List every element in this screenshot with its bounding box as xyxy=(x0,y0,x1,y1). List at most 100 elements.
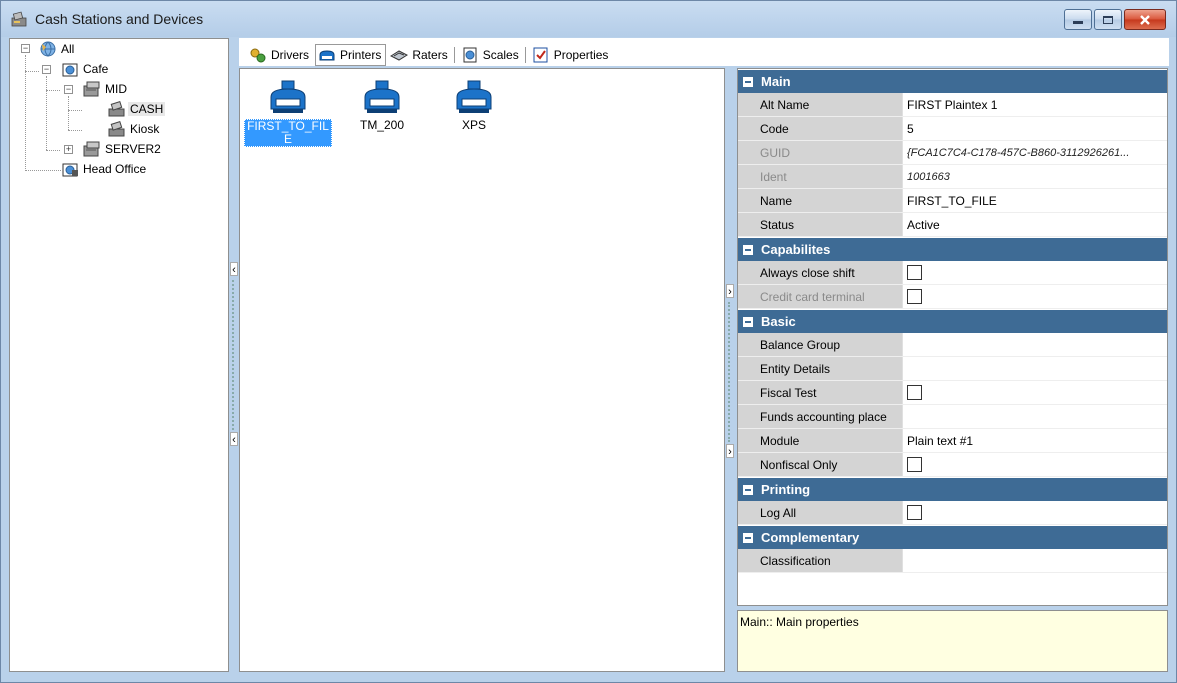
close-icon xyxy=(1140,14,1150,25)
tree-item-kiosk[interactable]: Kiosk xyxy=(106,120,161,138)
always-close-shift-checkbox[interactable] xyxy=(907,265,922,280)
store-icon xyxy=(62,63,78,77)
cash-register-icon xyxy=(108,100,125,117)
property-value[interactable]: FIRST_TO_FILE xyxy=(902,189,1167,212)
tree-expander-cafe[interactable]: − xyxy=(42,65,51,74)
property-row[interactable]: Credit card terminal xyxy=(738,285,1167,309)
tree-item-label: Kiosk xyxy=(130,122,160,136)
tree-item-cafe[interactable]: Cafe xyxy=(59,60,110,78)
log-all-checkbox[interactable] xyxy=(907,505,922,520)
cash-register-icon xyxy=(11,11,27,27)
tree-expander-all[interactable]: − xyxy=(21,44,30,53)
tab-label: Drivers xyxy=(271,48,309,62)
property-row[interactable]: Nonfiscal Only xyxy=(738,453,1167,477)
collapse-icon[interactable] xyxy=(743,244,753,255)
device-tabs: Drivers Printers Raters Scales Propertie… xyxy=(239,38,1169,66)
collapse-right-icon[interactable]: › xyxy=(726,444,734,458)
property-row[interactable]: GUID {FCA1C7C4-C178-457C-B860-3112926261… xyxy=(738,141,1167,165)
tab-label: Raters xyxy=(412,48,448,62)
store-icon xyxy=(62,163,78,177)
tab-label: Scales xyxy=(482,48,519,62)
property-value: {FCA1C7C4-C178-457C-B860-3112926261... xyxy=(902,141,1167,164)
server-icon xyxy=(83,81,100,97)
category-capabilities[interactable]: Capabilites xyxy=(738,238,1167,261)
printer-item[interactable]: XPS xyxy=(430,79,518,132)
tree-item-mid[interactable]: MID xyxy=(81,80,129,98)
category-printing[interactable]: Printing xyxy=(738,478,1167,501)
window-controls xyxy=(1064,9,1166,30)
property-row[interactable]: Module Plain text #1 xyxy=(738,429,1167,453)
collapse-left-icon[interactable]: ‹ xyxy=(230,432,238,446)
property-row[interactable]: Status Active xyxy=(738,213,1167,237)
printer-label: TM_200 xyxy=(359,118,405,132)
maximize-button[interactable] xyxy=(1094,9,1122,30)
collapse-icon[interactable] xyxy=(743,532,753,543)
credit-card-terminal-checkbox[interactable] xyxy=(907,289,922,304)
collapse-left-icon[interactable]: ‹ xyxy=(230,262,238,276)
property-row[interactable]: Fiscal Test xyxy=(738,381,1167,405)
tab-label: Printers xyxy=(340,48,382,62)
collapse-icon[interactable] xyxy=(743,484,753,495)
category-complementary[interactable]: Complementary xyxy=(738,526,1167,549)
tree-item-label: SERVER2 xyxy=(105,142,161,156)
printer-label: FIRST_TO_FILE xyxy=(244,119,332,147)
tree-item-label: Cafe xyxy=(83,62,109,76)
server-icon xyxy=(83,141,100,157)
tab-scales[interactable]: Scales xyxy=(459,44,523,66)
tree-item-server2[interactable]: SERVER2 xyxy=(81,140,163,158)
printer-icon xyxy=(270,80,306,113)
printer-label: XPS xyxy=(461,118,486,132)
property-value[interactable]: Plain text #1 xyxy=(902,429,1167,452)
printer-list[interactable]: FIRST_TO_FILE TM_200 XPS xyxy=(239,68,725,672)
tab-printers[interactable]: Printers xyxy=(315,44,387,66)
property-row[interactable]: Log All xyxy=(738,501,1167,525)
property-row[interactable]: Classification xyxy=(738,549,1167,573)
property-grid[interactable]: Main Alt Name FIRST Plaintex 1 Code 5 GU… xyxy=(737,68,1168,606)
property-value[interactable] xyxy=(902,549,1167,572)
property-row[interactable]: Funds accounting place xyxy=(738,405,1167,429)
minimize-icon xyxy=(1073,21,1083,24)
property-row[interactable]: Name FIRST_TO_FILE xyxy=(738,189,1167,213)
category-basic[interactable]: Basic xyxy=(738,310,1167,333)
tree-item-all[interactable]: All xyxy=(37,40,76,58)
tree-item-label: MID xyxy=(105,82,127,96)
category-main[interactable]: Main xyxy=(738,70,1167,93)
fiscal-test-checkbox[interactable] xyxy=(907,385,922,400)
left-splitter[interactable]: ‹ ‹ xyxy=(229,68,239,672)
tree-item-cash[interactable]: CASH xyxy=(106,100,166,118)
tab-raters[interactable]: Raters xyxy=(388,44,451,66)
tab-drivers[interactable]: Drivers xyxy=(247,44,313,66)
collapse-right-icon[interactable]: › xyxy=(726,284,734,298)
property-row[interactable]: Code 5 xyxy=(738,117,1167,141)
property-row[interactable]: Balance Group xyxy=(738,333,1167,357)
property-value[interactable] xyxy=(902,357,1167,380)
printer-icon xyxy=(364,80,400,113)
property-value[interactable]: 5 xyxy=(902,117,1167,140)
close-button[interactable] xyxy=(1124,9,1166,30)
printer-item[interactable]: FIRST_TO_FILE xyxy=(244,79,332,147)
station-tree[interactable]: − All − Cafe − MID CASH Kiosk + SERVER2 … xyxy=(9,38,229,672)
nonfiscal-only-checkbox[interactable] xyxy=(907,457,922,472)
printer-icon xyxy=(319,50,335,61)
property-value[interactable]: FIRST Plaintex 1 xyxy=(902,93,1167,116)
right-splitter[interactable]: › › xyxy=(725,68,737,672)
property-value[interactable]: Active xyxy=(902,213,1167,236)
property-value[interactable] xyxy=(902,405,1167,428)
tree-item-head-office[interactable]: Head Office xyxy=(59,160,148,178)
minimize-button[interactable] xyxy=(1064,9,1092,30)
properties-icon xyxy=(533,47,548,63)
tree-expander-mid[interactable]: − xyxy=(64,85,73,94)
property-row[interactable]: Entity Details xyxy=(738,357,1167,381)
collapse-icon[interactable] xyxy=(743,316,753,327)
tree-expander-server2[interactable]: + xyxy=(64,145,73,154)
property-row[interactable]: Alt Name FIRST Plaintex 1 xyxy=(738,93,1167,117)
tab-properties[interactable]: Properties xyxy=(530,44,613,66)
property-value[interactable] xyxy=(902,333,1167,356)
property-value: 1001663 xyxy=(902,165,1167,188)
property-row[interactable]: Always close shift xyxy=(738,261,1167,285)
collapse-icon[interactable] xyxy=(743,76,753,87)
title-bar: Cash Stations and Devices xyxy=(1,1,1176,37)
cash-register-icon xyxy=(108,120,125,137)
printer-item[interactable]: TM_200 xyxy=(338,79,426,132)
property-row[interactable]: Ident 1001663 xyxy=(738,165,1167,189)
